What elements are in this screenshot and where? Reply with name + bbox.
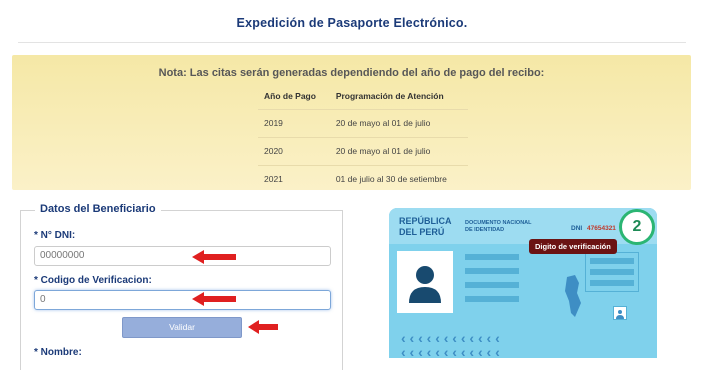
- title-divider: [18, 42, 686, 43]
- card-document-type: DOCUMENTO NACIONAL DE IDENTIDAD: [465, 220, 532, 233]
- peru-map-icon: [565, 275, 581, 317]
- verification-code-input[interactable]: 0: [34, 290, 331, 310]
- table-cell: 01 de julio al 30 de setiembre: [329, 165, 468, 193]
- table-row: 2019 20 de mayo al 01 de julio: [258, 109, 468, 138]
- note-box: Nota: Las citas serán generadas dependie…: [12, 55, 691, 193]
- column-header: Año de Pago: [264, 91, 316, 101]
- beneficiary-fieldset: Datos del Beneficiario * N° DNI: 0000000…: [20, 203, 343, 370]
- arrow-left-icon: [192, 250, 236, 264]
- table-cell: 2020: [258, 137, 330, 166]
- table-cell: 20 de mayo al 01 de julio: [329, 109, 468, 138]
- name-label: * Nombre:: [34, 347, 82, 358]
- dni-card-illustration: REPÚBLICA DEL PERÚ DOCUMENTO NACIONAL DE…: [389, 208, 657, 358]
- table-cell: 2021: [258, 165, 330, 193]
- schedule-table: Año de Pago Programación de Atención 201…: [258, 86, 468, 193]
- card-info-panel: [585, 252, 639, 292]
- card-dni-label: DNI: [571, 225, 583, 232]
- card-text-line: [465, 254, 519, 260]
- note-text: Nota: Las citas serán generadas dependie…: [158, 67, 545, 79]
- arrow-left-icon: [248, 320, 278, 334]
- column-header: Programación de Atención: [335, 91, 444, 101]
- table-header-row: Año de Pago Programación de Atención: [258, 86, 468, 110]
- card-text-line: [465, 268, 519, 274]
- card-dni-number: 47654321: [587, 225, 616, 232]
- verification-code-label: * Codigo de Verificacion:: [34, 275, 152, 286]
- chevron-left-icon: ‹ ‹ ‹ ‹ ‹ ‹ ‹ ‹ ‹ ‹ ‹ ‹: [401, 344, 500, 358]
- step-badge: 2: [619, 209, 655, 245]
- validate-button[interactable]: Validar: [122, 317, 242, 338]
- card-text-line: [465, 296, 519, 302]
- table-cell: 20 de mayo al 01 de julio: [329, 137, 468, 166]
- card-country: REPÚBLICA DEL PERÚ: [399, 216, 452, 237]
- table-row: 2021 01 de julio al 30 de setiembre: [258, 165, 468, 193]
- dni-label: * N° DNI:: [34, 230, 76, 241]
- check-digit-tooltip: Digito de verificación: [529, 239, 617, 254]
- page-title: Expedición de Pasaporte Electrónico.: [236, 16, 468, 30]
- small-person-icon: [613, 306, 627, 320]
- fieldset-legend: Datos del Beneficiario: [35, 203, 161, 215]
- arrow-left-icon: [192, 292, 236, 306]
- table-cell: 2019: [258, 109, 330, 138]
- card-text-line: [465, 282, 519, 288]
- dni-input[interactable]: 00000000: [34, 246, 331, 266]
- table-row: 2020 20 de mayo al 01 de julio: [258, 137, 468, 166]
- person-icon: [397, 251, 453, 313]
